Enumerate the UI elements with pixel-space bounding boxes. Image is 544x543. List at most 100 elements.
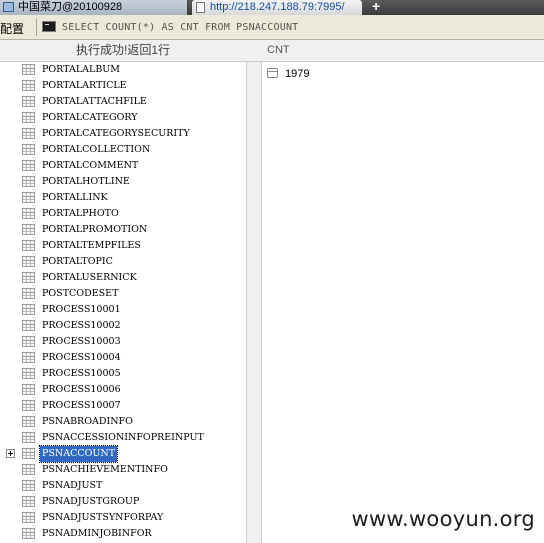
tree-item-label: PORTALARTICLE — [42, 80, 127, 91]
tree-item-table[interactable]: PROCESS10004 — [0, 350, 246, 366]
tree-item-table[interactable]: PSNADJUSTSYNFORPAY — [0, 510, 246, 526]
new-tab-button[interactable]: + — [372, 0, 380, 14]
tree-item-table[interactable]: PORTALALBUM — [0, 62, 246, 78]
tree-item-table[interactable]: PROCESS10003 — [0, 334, 246, 350]
tree-item-label: PORTALCOMMENT — [42, 160, 139, 171]
tree-item-label: PORTALCATEGORYSECURITY — [42, 128, 190, 139]
table-grid-icon — [22, 256, 35, 267]
table-grid-icon — [22, 384, 35, 395]
toolbar-divider — [36, 18, 37, 36]
tab-app-title[interactable]: 中国菜刀@20100928 — [0, 0, 188, 15]
tree-item-table[interactable]: PROCESS10001 — [0, 302, 246, 318]
table-grid-icon — [22, 176, 35, 187]
tree-item-table[interactable]: PORTALCOLLECTION — [0, 142, 246, 158]
result-header: 执行成功!返回1行 CNT — [0, 40, 544, 62]
tree-item-label: PORTALTOPIC — [42, 256, 113, 267]
tree-item-table[interactable]: PORTALHOTLINE — [0, 174, 246, 190]
table-grid-icon — [22, 464, 35, 475]
tree-item-table[interactable]: PORTALPROMOTION — [0, 222, 246, 238]
table-grid-icon — [22, 304, 35, 315]
column-header-cnt[interactable]: CNT — [267, 40, 290, 61]
table-grid-icon — [22, 112, 35, 123]
status-message: 执行成功!返回1行 — [75, 43, 170, 57]
tree-item-table[interactable]: PSNADJUST — [0, 478, 246, 494]
config-button[interactable]: 配置 — [0, 20, 24, 37]
page-icon — [196, 2, 205, 13]
tree-item-table[interactable]: PSNABROADINFO — [0, 414, 246, 430]
tree-item-label: POSTCODESET — [42, 288, 119, 299]
tree-item-label: PORTALUSERNICK — [42, 272, 137, 283]
tree-item-label: PROCESS10006 — [42, 384, 121, 395]
table-grid-icon — [22, 528, 35, 539]
table-grid-icon — [22, 320, 35, 331]
window-icon — [3, 2, 14, 12]
table-grid-icon — [22, 144, 35, 155]
tree-item-label: PSNACHIEVEMENTINFO — [42, 464, 168, 475]
tree-item-label: PSNACCOUNT — [38, 445, 119, 463]
table-grid-icon — [22, 96, 35, 107]
tree-item-label: PORTALTEMPFILES — [42, 240, 141, 251]
expand-plus-icon[interactable] — [6, 449, 15, 458]
table-grid-icon — [22, 192, 35, 203]
tree-item-table[interactable]: PORTALTOPIC — [0, 254, 246, 270]
tree-item-table[interactable]: PSNACCESSIONINFOPREINPUT — [0, 430, 246, 446]
tree-item-table[interactable]: PSNACHIEVEMENTINFO — [0, 462, 246, 478]
table-grid-icon — [22, 288, 35, 299]
table-grid-icon — [22, 272, 35, 283]
tree-item-table[interactable]: PORTALTEMPFILES — [0, 238, 246, 254]
result-row[interactable]: 1979 — [262, 66, 544, 82]
tree-item-label: PROCESS10005 — [42, 368, 121, 379]
tree-item-label: PORTALCATEGORY — [42, 112, 138, 123]
table-grid-icon — [22, 480, 35, 491]
tree-item-label: PORTALLINK — [42, 192, 108, 203]
tree-item-table[interactable]: PORTALCOMMENT — [0, 158, 246, 174]
tree-item-table[interactable]: PROCESS10007 — [0, 398, 246, 414]
tree-item-table[interactable]: PORTALATTACHFILE — [0, 94, 246, 110]
tree-item-label: PROCESS10001 — [42, 304, 121, 315]
table-grid-icon — [22, 128, 35, 139]
tree-item-table[interactable]: PORTALARTICLE — [0, 78, 246, 94]
tree-item-table[interactable]: PORTALCATEGORYSECURITY — [0, 126, 246, 142]
tree-item-label: PSNADJUSTSYNFORPAY — [42, 512, 164, 523]
tree-item-label: PORTALPROMOTION — [42, 224, 148, 235]
sql-query-input[interactable]: SELECT COUNT(*) AS CNT FROM PSNACCOUNT — [62, 22, 298, 33]
tree-item-label: PSNABROADINFO — [42, 416, 133, 427]
table-grid-icon — [22, 336, 35, 347]
toolbar: 配置 SELECT COUNT(*) AS CNT FROM PSNACCOUN… — [0, 15, 544, 40]
tree-item-label: PORTALCOLLECTION — [42, 144, 151, 155]
tree-item-table[interactable]: PSNACCOUNT — [0, 445, 246, 463]
tree-item-label: PROCESS10007 — [42, 400, 121, 411]
tree-item-table[interactable]: PROCESS10005 — [0, 366, 246, 382]
tree-item-label: PROCESS10004 — [42, 352, 121, 363]
tab-url-label: http://218.247.188.79:7995/ — [210, 1, 345, 13]
tab-url[interactable]: http://218.247.188.79:7995/ — [192, 0, 362, 15]
tree-item-label: PSNADJUST — [42, 480, 103, 491]
tree-item-label: PORTALALBUM — [42, 64, 121, 75]
table-grid-icon — [22, 496, 35, 507]
table-grid-icon — [22, 160, 35, 171]
tree-item-table[interactable]: PORTALCATEGORY — [0, 110, 246, 126]
tab-app-title-label: 中国菜刀@20100928 — [18, 1, 123, 13]
table-grid-icon — [22, 240, 35, 251]
tree-item-table[interactable]: PROCESS10002 — [0, 318, 246, 334]
table-grid-icon — [22, 416, 35, 427]
browser-tab-bar: 中国菜刀@20100928 http://218.247.188.79:7995… — [0, 0, 544, 15]
tree-item-table[interactable]: PORTALPHOTO — [0, 206, 246, 222]
watermark: www.wooyun.org — [351, 507, 535, 531]
tree-item-label: PROCESS10002 — [42, 320, 121, 331]
tree-item-label: PSNADMINJOBINFOR — [42, 528, 152, 539]
tree-item-label: PORTALPHOTO — [42, 208, 119, 219]
tree-item-table[interactable]: PORTALUSERNICK — [0, 270, 246, 286]
tree-item-table[interactable]: PSNADMINJOBINFOR — [0, 526, 246, 542]
tree-item-table[interactable]: POSTCODESET — [0, 286, 246, 302]
tree-item-table[interactable]: PROCESS10006 — [0, 382, 246, 398]
tree-item-table[interactable]: PSNADJUSTGROUP — [0, 494, 246, 510]
tree-item-label: PSNACCESSIONINFOPREINPUT — [42, 432, 204, 443]
table-tree[interactable]: PORTALALBUM PORTALARTICLE PORTALATTACHFILE… — [0, 62, 246, 543]
tree-item-label: PROCESS10003 — [42, 336, 121, 347]
pane-splitter[interactable] — [246, 62, 262, 543]
table-grid-icon — [22, 80, 35, 91]
table-grid-icon — [22, 368, 35, 379]
tree-item-table[interactable]: PORTALLINK — [0, 190, 246, 206]
tree-item-label: PORTALHOTLINE — [42, 176, 130, 187]
